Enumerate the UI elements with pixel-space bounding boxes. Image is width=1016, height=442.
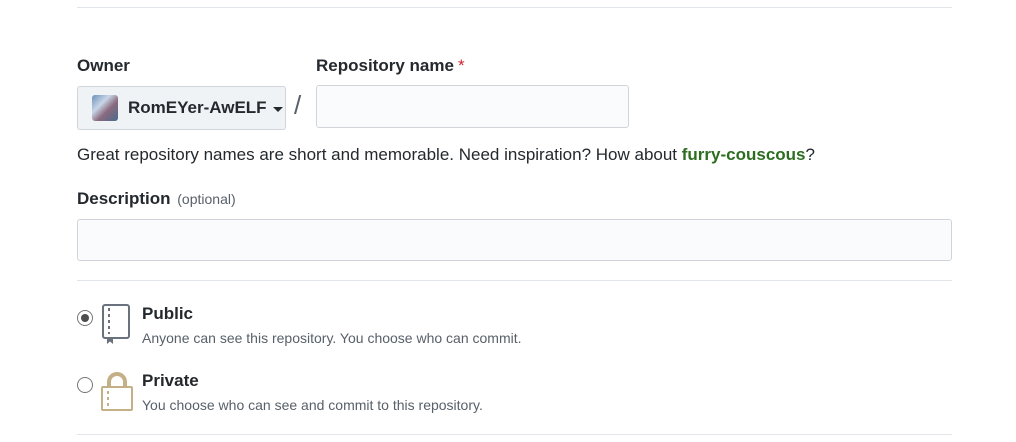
description-input[interactable] xyxy=(77,219,952,261)
public-title: Public xyxy=(142,304,194,323)
lock-icon xyxy=(101,371,133,416)
public-radio[interactable] xyxy=(77,310,93,326)
name-suggestion-link[interactable]: furry-couscous xyxy=(682,145,806,164)
private-description: You choose who can see and commit to thi… xyxy=(142,397,483,413)
optional-tag: (optional) xyxy=(177,191,236,207)
owner-label: Owner xyxy=(77,56,130,75)
hint-suffix: ? xyxy=(805,145,815,164)
avatar xyxy=(92,95,118,121)
bottom-divider xyxy=(77,434,952,435)
owner-name: RomEYer-AwELF xyxy=(128,98,267,117)
repository-name-hint: Great repository names are short and mem… xyxy=(77,145,815,165)
owner-repo-separator: / xyxy=(294,90,302,120)
required-mark: * xyxy=(457,56,465,75)
repository-name-input[interactable] xyxy=(316,85,629,128)
mid-divider xyxy=(77,280,952,281)
hint-text: Great repository names are short and mem… xyxy=(77,145,682,164)
create-repository-form: Owner Repository name * RomEYer-AwELF / G… xyxy=(0,0,1016,442)
private-title: Private xyxy=(142,371,199,390)
owner-dropdown[interactable]: RomEYer-AwELF xyxy=(77,86,286,130)
description-label: Description (optional) xyxy=(77,189,236,209)
description-label-text: Description xyxy=(77,189,171,208)
repository-name-label-text: Repository name xyxy=(316,56,454,75)
private-radio[interactable] xyxy=(77,377,93,393)
top-divider xyxy=(77,7,952,8)
chevron-down-icon xyxy=(272,106,283,112)
book-icon xyxy=(101,304,131,349)
public-description: Anyone can see this repository. You choo… xyxy=(142,330,522,346)
repository-name-label: Repository name * xyxy=(316,56,465,76)
